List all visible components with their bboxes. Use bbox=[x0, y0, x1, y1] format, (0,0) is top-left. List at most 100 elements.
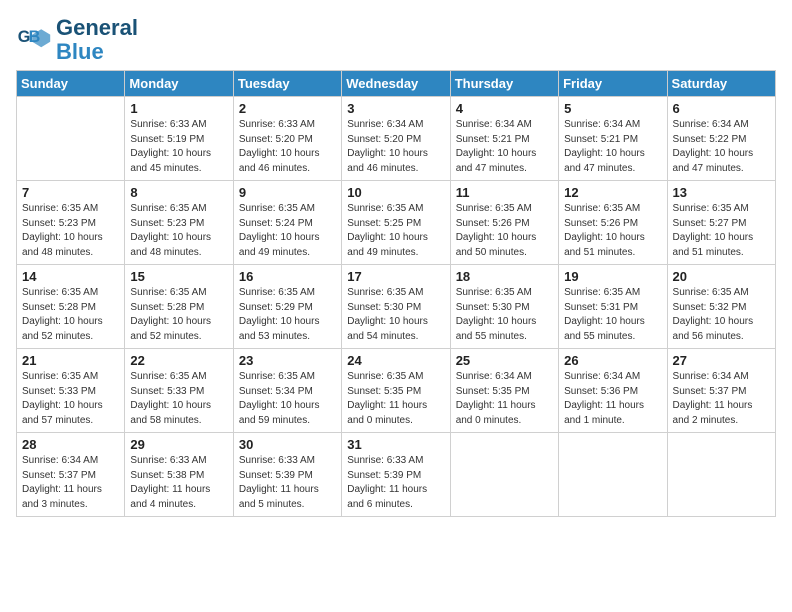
calendar-cell: 25 Sunrise: 6:34 AM Sunset: 5:35 PM Dayli… bbox=[450, 349, 558, 433]
day-number: 4 bbox=[456, 101, 553, 116]
calendar-week-row: 14 Sunrise: 6:35 AM Sunset: 5:28 PM Dayli… bbox=[17, 265, 776, 349]
day-info: Sunrise: 6:35 AM Sunset: 5:34 PM Dayligh… bbox=[239, 370, 336, 428]
day-info: Sunrise: 6:33 AM Sunset: 5:19 PM Dayligh… bbox=[130, 118, 227, 176]
day-info: Sunrise: 6:35 AM Sunset: 5:30 PM Dayligh… bbox=[347, 286, 444, 344]
day-of-week-header: Tuesday bbox=[233, 71, 341, 97]
calendar-cell: 6 Sunrise: 6:34 AM Sunset: 5:22 PM Daylig… bbox=[667, 97, 775, 181]
calendar-cell: 8 Sunrise: 6:35 AM Sunset: 5:23 PM Daylig… bbox=[125, 181, 233, 265]
calendar-table: SundayMondayTuesdayWednesdayThursdayFrid… bbox=[16, 70, 776, 517]
day-number: 25 bbox=[456, 353, 553, 368]
calendar-cell: 22 Sunrise: 6:35 AM Sunset: 5:33 PM Dayli… bbox=[125, 349, 233, 433]
calendar-cell: 17 Sunrise: 6:35 AM Sunset: 5:30 PM Dayli… bbox=[342, 265, 450, 349]
calendar-cell: 15 Sunrise: 6:35 AM Sunset: 5:28 PM Dayli… bbox=[125, 265, 233, 349]
calendar-cell: 27 Sunrise: 6:34 AM Sunset: 5:37 PM Dayli… bbox=[667, 349, 775, 433]
day-of-week-header: Thursday bbox=[450, 71, 558, 97]
day-number: 24 bbox=[347, 353, 444, 368]
calendar-cell: 13 Sunrise: 6:35 AM Sunset: 5:27 PM Dayli… bbox=[667, 181, 775, 265]
day-info: Sunrise: 6:34 AM Sunset: 5:22 PM Dayligh… bbox=[673, 118, 770, 176]
day-info: Sunrise: 6:35 AM Sunset: 5:32 PM Dayligh… bbox=[673, 286, 770, 344]
day-info: Sunrise: 6:34 AM Sunset: 5:35 PM Dayligh… bbox=[456, 370, 553, 428]
day-info: Sunrise: 6:35 AM Sunset: 5:24 PM Dayligh… bbox=[239, 202, 336, 260]
calendar-cell: 14 Sunrise: 6:35 AM Sunset: 5:28 PM Dayli… bbox=[17, 265, 125, 349]
day-number: 28 bbox=[22, 437, 119, 452]
calendar-header-row: SundayMondayTuesdayWednesdayThursdayFrid… bbox=[17, 71, 776, 97]
day-info: Sunrise: 6:35 AM Sunset: 5:31 PM Dayligh… bbox=[564, 286, 661, 344]
day-number: 1 bbox=[130, 101, 227, 116]
day-number: 17 bbox=[347, 269, 444, 284]
day-number: 14 bbox=[22, 269, 119, 284]
logo: G B General Blue bbox=[16, 16, 138, 64]
day-number: 21 bbox=[22, 353, 119, 368]
day-info: Sunrise: 6:35 AM Sunset: 5:35 PM Dayligh… bbox=[347, 370, 444, 428]
day-info: Sunrise: 6:35 AM Sunset: 5:23 PM Dayligh… bbox=[130, 202, 227, 260]
day-info: Sunrise: 6:35 AM Sunset: 5:33 PM Dayligh… bbox=[130, 370, 227, 428]
calendar-week-row: 7 Sunrise: 6:35 AM Sunset: 5:23 PM Daylig… bbox=[17, 181, 776, 265]
calendar-cell: 1 Sunrise: 6:33 AM Sunset: 5:19 PM Daylig… bbox=[125, 97, 233, 181]
calendar-cell: 23 Sunrise: 6:35 AM Sunset: 5:34 PM Dayli… bbox=[233, 349, 341, 433]
calendar-cell: 9 Sunrise: 6:35 AM Sunset: 5:24 PM Daylig… bbox=[233, 181, 341, 265]
day-number: 5 bbox=[564, 101, 661, 116]
day-info: Sunrise: 6:34 AM Sunset: 5:37 PM Dayligh… bbox=[673, 370, 770, 428]
day-number: 29 bbox=[130, 437, 227, 452]
calendar-week-row: 21 Sunrise: 6:35 AM Sunset: 5:33 PM Dayli… bbox=[17, 349, 776, 433]
calendar-cell bbox=[667, 433, 775, 517]
day-info: Sunrise: 6:33 AM Sunset: 5:39 PM Dayligh… bbox=[347, 454, 444, 512]
calendar-cell: 30Sunrise: 6:33 AM Sunset: 5:39 PM Dayli… bbox=[233, 433, 341, 517]
day-info: Sunrise: 6:35 AM Sunset: 5:26 PM Dayligh… bbox=[456, 202, 553, 260]
calendar-cell: 4 Sunrise: 6:34 AM Sunset: 5:21 PM Daylig… bbox=[450, 97, 558, 181]
day-info: Sunrise: 6:34 AM Sunset: 5:21 PM Dayligh… bbox=[564, 118, 661, 176]
calendar-cell: 26 Sunrise: 6:34 AM Sunset: 5:36 PM Dayli… bbox=[559, 349, 667, 433]
day-number: 12 bbox=[564, 185, 661, 200]
day-number: 13 bbox=[673, 185, 770, 200]
day-info: Sunrise: 6:35 AM Sunset: 5:27 PM Dayligh… bbox=[673, 202, 770, 260]
day-number: 26 bbox=[564, 353, 661, 368]
day-number: 15 bbox=[130, 269, 227, 284]
calendar-cell bbox=[450, 433, 558, 517]
day-number: 9 bbox=[239, 185, 336, 200]
day-of-week-header: Sunday bbox=[17, 71, 125, 97]
day-info: Sunrise: 6:35 AM Sunset: 5:29 PM Dayligh… bbox=[239, 286, 336, 344]
day-number: 27 bbox=[673, 353, 770, 368]
day-number: 7 bbox=[22, 185, 119, 200]
calendar-cell: 28Sunrise: 6:34 AM Sunset: 5:37 PM Dayli… bbox=[17, 433, 125, 517]
day-info: Sunrise: 6:35 AM Sunset: 5:26 PM Dayligh… bbox=[564, 202, 661, 260]
day-number: 8 bbox=[130, 185, 227, 200]
calendar-cell: 11Sunrise: 6:35 AM Sunset: 5:26 PM Dayli… bbox=[450, 181, 558, 265]
day-number: 2 bbox=[239, 101, 336, 116]
page-header: G B General Blue bbox=[16, 16, 776, 64]
day-number: 10 bbox=[347, 185, 444, 200]
day-info: Sunrise: 6:34 AM Sunset: 5:20 PM Dayligh… bbox=[347, 118, 444, 176]
day-info: Sunrise: 6:34 AM Sunset: 5:21 PM Dayligh… bbox=[456, 118, 553, 176]
calendar-cell: 2Sunrise: 6:33 AM Sunset: 5:20 PM Daylig… bbox=[233, 97, 341, 181]
day-info: Sunrise: 6:35 AM Sunset: 5:28 PM Dayligh… bbox=[22, 286, 119, 344]
day-info: Sunrise: 6:33 AM Sunset: 5:38 PM Dayligh… bbox=[130, 454, 227, 512]
calendar-cell: 10Sunrise: 6:35 AM Sunset: 5:25 PM Dayli… bbox=[342, 181, 450, 265]
calendar-cell: 18 Sunrise: 6:35 AM Sunset: 5:30 PM Dayli… bbox=[450, 265, 558, 349]
day-number: 23 bbox=[239, 353, 336, 368]
day-info: Sunrise: 6:35 AM Sunset: 5:33 PM Dayligh… bbox=[22, 370, 119, 428]
calendar-cell: 16 Sunrise: 6:35 AM Sunset: 5:29 PM Dayli… bbox=[233, 265, 341, 349]
calendar-cell: 12 Sunrise: 6:35 AM Sunset: 5:26 PM Dayli… bbox=[559, 181, 667, 265]
day-number: 22 bbox=[130, 353, 227, 368]
day-number: 6 bbox=[673, 101, 770, 116]
day-number: 18 bbox=[456, 269, 553, 284]
calendar-cell: 29 Sunrise: 6:33 AM Sunset: 5:38 PM Dayli… bbox=[125, 433, 233, 517]
day-number: 30 bbox=[239, 437, 336, 452]
calendar-cell bbox=[559, 433, 667, 517]
calendar-cell bbox=[17, 97, 125, 181]
day-info: Sunrise: 6:34 AM Sunset: 5:36 PM Dayligh… bbox=[564, 370, 661, 428]
day-number: 19 bbox=[564, 269, 661, 284]
day-info: Sunrise: 6:35 AM Sunset: 5:30 PM Dayligh… bbox=[456, 286, 553, 344]
logo-icon: G B bbox=[16, 22, 52, 58]
logo-text: General Blue bbox=[56, 16, 138, 64]
day-of-week-header: Wednesday bbox=[342, 71, 450, 97]
calendar-week-row: 28Sunrise: 6:34 AM Sunset: 5:37 PM Dayli… bbox=[17, 433, 776, 517]
calendar-cell: 24 Sunrise: 6:35 AM Sunset: 5:35 PM Dayli… bbox=[342, 349, 450, 433]
calendar-cell: 31 Sunrise: 6:33 AM Sunset: 5:39 PM Dayli… bbox=[342, 433, 450, 517]
day-number: 16 bbox=[239, 269, 336, 284]
day-of-week-header: Friday bbox=[559, 71, 667, 97]
calendar-cell: 20Sunrise: 6:35 AM Sunset: 5:32 PM Dayli… bbox=[667, 265, 775, 349]
day-number: 31 bbox=[347, 437, 444, 452]
day-number: 3 bbox=[347, 101, 444, 116]
day-info: Sunrise: 6:35 AM Sunset: 5:28 PM Dayligh… bbox=[130, 286, 227, 344]
